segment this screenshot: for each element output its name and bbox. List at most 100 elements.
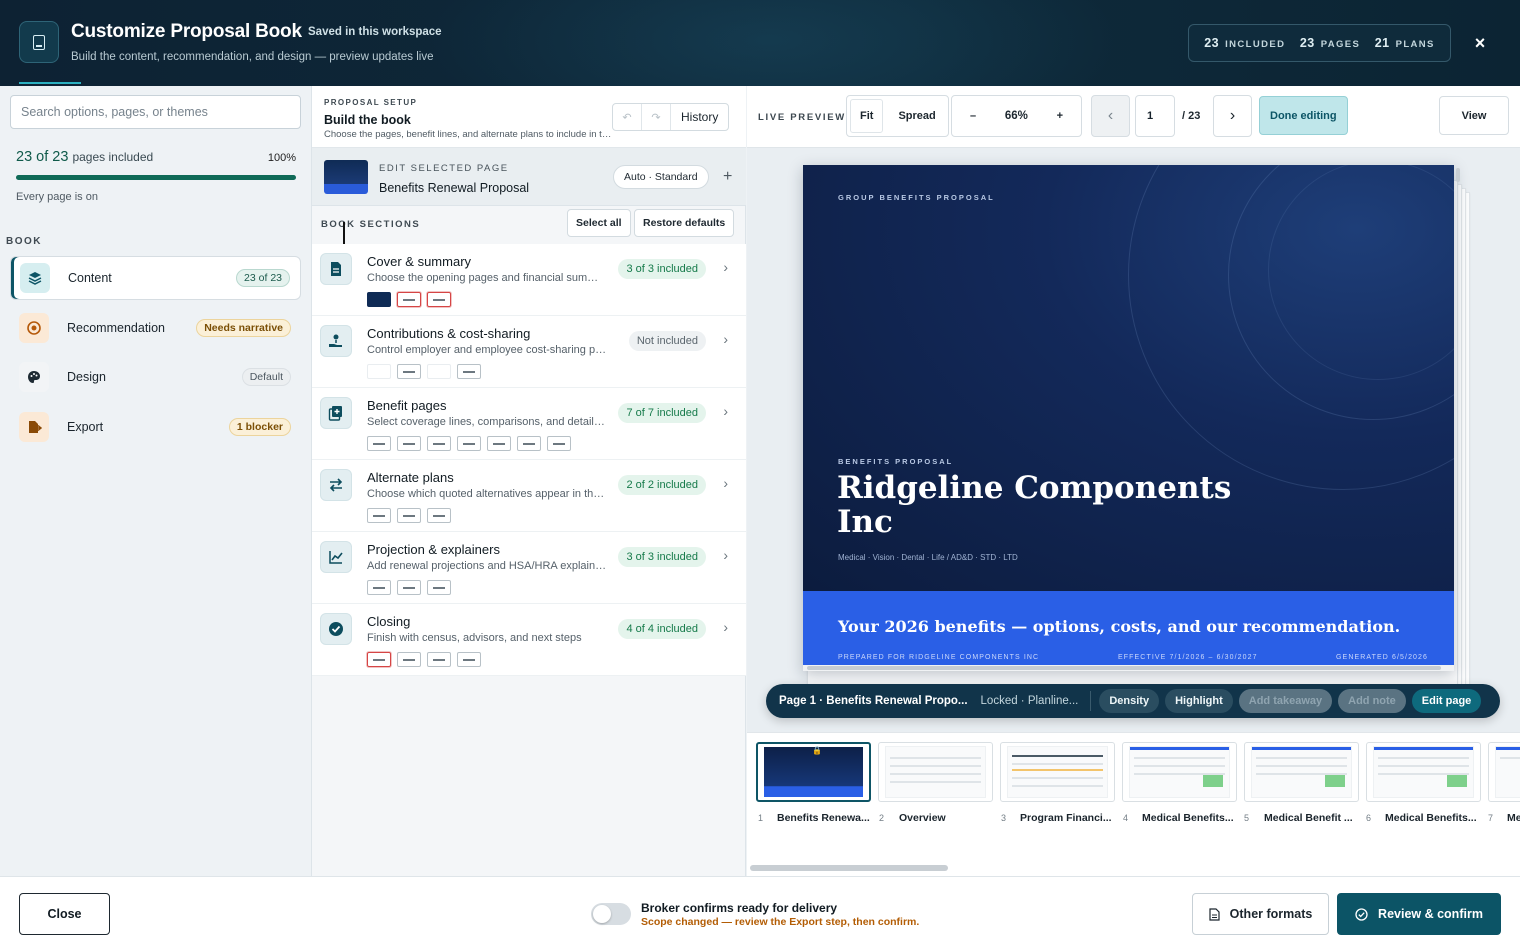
section-contributions[interactable]: Contributions & cost-sharing Control emp… <box>312 316 746 388</box>
page-number-input[interactable]: 1 <box>1135 95 1175 137</box>
page-chip[interactable] <box>367 292 391 307</box>
status-badge: 23 of 23 <box>236 269 290 287</box>
page-thumbnail-2[interactable] <box>878 742 993 802</box>
next-page-button[interactable]: › <box>1213 95 1252 137</box>
prev-page-button[interactable]: ‹ <box>1091 95 1130 137</box>
page-chip[interactable] <box>517 436 541 451</box>
page-chip[interactable] <box>427 292 451 307</box>
sidebar-item-export[interactable]: Export 1 blocker <box>10 405 301 449</box>
hand-coin-icon <box>320 325 352 357</box>
add-icon[interactable]: + <box>723 168 732 186</box>
section-title: Contributions & cost-sharing <box>367 326 531 341</box>
page-thumbnail-5[interactable] <box>1244 742 1359 802</box>
lock-status: Locked · Planline... <box>980 695 1079 707</box>
saved-status: Saved in this workspace <box>308 26 442 38</box>
close-button[interactable]: Close <box>19 893 110 935</box>
section-benefit-pages[interactable]: Benefit pages Select coverage lines, com… <box>312 388 746 460</box>
history-controls: ↶ ↷ History <box>612 103 730 131</box>
section-cover-summary[interactable]: Cover & summary Choose the opening pages… <box>312 244 746 316</box>
page-chip[interactable] <box>427 652 451 667</box>
highlight-button[interactable]: Highlight <box>1165 689 1233 713</box>
page-chip[interactable] <box>367 436 391 451</box>
chevron-right-icon[interactable]: › <box>723 259 728 275</box>
preview-page[interactable]: GROUP BENEFITS PROPOSAL BENEFITS PROPOSA… <box>803 165 1454 671</box>
layout-mode-select[interactable]: Auto · Standard <box>613 165 709 189</box>
page-thumbnail-1[interactable]: 🔒 <box>756 742 871 802</box>
sidebar-item-design[interactable]: Design Default <box>10 355 301 399</box>
page-chips <box>367 508 451 523</box>
section-closing[interactable]: Closing Finish with census, advisors, an… <box>312 604 746 676</box>
add-page-icon <box>320 397 352 429</box>
cover-generated-date: GENERATED 6/5/2026 <box>1336 654 1429 661</box>
page-scrollbar[interactable] <box>803 665 1454 671</box>
page-chip[interactable] <box>397 508 421 523</box>
thumbnail-scrollbar[interactable] <box>750 865 948 871</box>
chevron-right-icon[interactable]: › <box>723 403 728 419</box>
chevron-right-icon[interactable]: › <box>723 331 728 347</box>
section-projection[interactable]: Projection & explainers Add renewal proj… <box>312 532 746 604</box>
page-chip[interactable] <box>397 292 421 307</box>
page-chip[interactable] <box>427 580 451 595</box>
add-note-button[interactable]: Add note <box>1338 689 1406 713</box>
fit-button[interactable]: Fit <box>850 99 884 133</box>
vertical-scrollbar[interactable] <box>1456 168 1460 182</box>
page-chip[interactable] <box>547 436 571 451</box>
section-alternate-plans[interactable]: Alternate plans Choose which quoted alte… <box>312 460 746 532</box>
thumbnail-number: 6 <box>1366 813 1372 823</box>
done-editing-button[interactable]: Done editing <box>1259 96 1348 135</box>
page-chip[interactable] <box>397 364 421 379</box>
export-file-icon <box>19 412 49 442</box>
page-chip[interactable] <box>397 580 421 595</box>
chevron-right-icon[interactable]: › <box>723 619 728 635</box>
page-chip[interactable] <box>397 652 421 667</box>
edit-page-button[interactable]: Edit page <box>1411 689 1482 713</box>
sidebar-item-recommendation[interactable]: Recommendation Needs narrative <box>10 306 301 350</box>
document-icon <box>320 253 352 285</box>
zoom-out-button[interactable]: – <box>961 99 985 133</box>
page-thumbnail-6[interactable] <box>1366 742 1481 802</box>
page-thumbnail-4[interactable] <box>1122 742 1237 802</box>
broker-confirm-toggle[interactable] <box>591 903 631 925</box>
close-icon[interactable]: × <box>1470 33 1490 53</box>
search-input[interactable] <box>10 95 301 129</box>
page-chip[interactable] <box>427 364 451 379</box>
scrollbar-thumb[interactable] <box>807 666 1441 670</box>
page-chip[interactable] <box>487 436 511 451</box>
zoom-in-button[interactable]: + <box>1048 99 1072 133</box>
chevron-right-icon[interactable]: › <box>723 547 728 563</box>
chevron-right-icon[interactable]: › <box>723 475 728 491</box>
selected-page-title: Benefits Renewal Proposal <box>379 181 530 195</box>
page-thumbnail-3[interactable] <box>1000 742 1115 802</box>
page-chip[interactable] <box>367 508 391 523</box>
sidebar-item-content[interactable]: Content 23 of 23 <box>10 256 301 300</box>
page-chip[interactable] <box>457 652 481 667</box>
page-chip[interactable] <box>367 580 391 595</box>
history-button[interactable]: History <box>671 104 728 130</box>
undo-icon[interactable]: ↶ <box>613 104 642 130</box>
spread-button[interactable]: Spread <box>889 99 944 133</box>
add-takeaway-button[interactable]: Add takeaway <box>1238 689 1333 713</box>
page-subtitle: Build the content, recommendation, and d… <box>71 51 434 63</box>
page-chip[interactable] <box>427 436 451 451</box>
page-chip[interactable] <box>367 364 391 379</box>
review-confirm-button[interactable]: Review & confirm <box>1337 893 1501 935</box>
density-button[interactable]: Density <box>1099 689 1160 713</box>
lock-icon: 🔒 <box>812 746 822 755</box>
page-chip[interactable] <box>457 364 481 379</box>
target-icon <box>19 313 49 343</box>
other-formats-button[interactable]: Other formats <box>1192 893 1329 935</box>
page-chip[interactable] <box>397 436 421 451</box>
page-thumbnail-7[interactable] <box>1488 742 1520 802</box>
book-stats: 23 INCLUDED 23 PAGES 21 PLANS <box>1188 24 1451 62</box>
book-icon <box>19 21 59 63</box>
redo-icon[interactable]: ↷ <box>642 104 671 130</box>
status-badge: 3 of 3 included <box>618 547 706 567</box>
view-button[interactable]: View <box>1439 96 1509 135</box>
confirm-title: Broker confirms ready for delivery <box>641 901 838 915</box>
page-chip[interactable] <box>367 652 391 667</box>
page-chip[interactable] <box>457 436 481 451</box>
section-title: Benefit pages <box>367 398 447 413</box>
page-chip[interactable] <box>427 508 451 523</box>
restore-defaults-button[interactable]: Restore defaults <box>634 209 735 237</box>
select-all-button[interactable]: Select all <box>567 209 631 237</box>
